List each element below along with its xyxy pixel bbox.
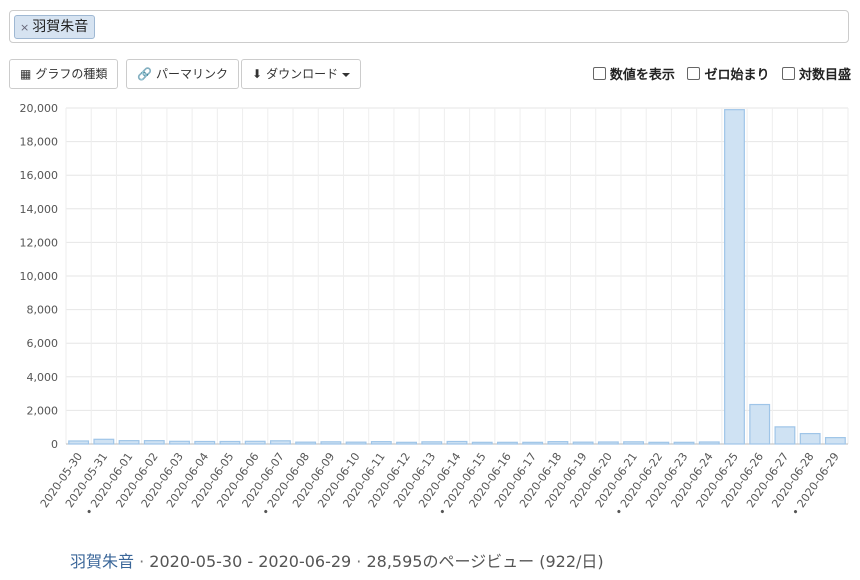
bar	[648, 441, 670, 445]
bar	[93, 438, 115, 445]
remove-tag-icon[interactable]: ×	[20, 21, 29, 34]
bar	[673, 441, 695, 445]
bar	[522, 441, 544, 445]
bar	[370, 441, 392, 445]
bar	[244, 440, 266, 445]
log-scale-label: 対数目盛	[798, 68, 851, 83]
zero-start-label: ゼロ始まり	[704, 68, 770, 83]
link-icon: 🔗	[137, 67, 152, 81]
bar	[597, 441, 619, 445]
bar	[320, 441, 342, 445]
chart-options: 数値を表示 ゼロ始まり 対数目盛	[585, 64, 851, 83]
y-tick-label: 10,000	[20, 270, 59, 283]
bar	[749, 403, 771, 445]
bar	[396, 441, 417, 445]
bar	[68, 440, 90, 445]
show-values-label: 数値を表示	[609, 68, 675, 83]
grid-icon: ▦	[20, 67, 32, 81]
bar	[345, 441, 367, 445]
bar	[774, 426, 796, 445]
bar	[269, 440, 291, 445]
chart-type-label: グラフの種類	[35, 67, 108, 81]
y-tick-label: 0	[51, 438, 58, 451]
bar	[143, 440, 165, 445]
bar	[799, 432, 821, 445]
y-tick-label: 2,000	[27, 404, 59, 417]
article-tag-label: 羽賀朱音	[32, 19, 89, 35]
article-link[interactable]: 羽賀朱音	[70, 552, 134, 571]
pageviews-chart: 0 2,000 4,000 6,000 8,000 10,000 12,000 14,000 1…	[20, 102, 849, 518]
end-date: 2020-06-29	[258, 552, 352, 571]
bar	[572, 441, 594, 445]
bar	[118, 440, 140, 445]
y-tick-label: 4,000	[27, 371, 59, 384]
footer-separator: ·	[351, 552, 367, 571]
article-tag: × 羽賀朱音	[14, 15, 96, 39]
zero-start-option[interactable]: ゼロ始まり	[687, 67, 770, 83]
bar	[623, 441, 645, 445]
bar	[497, 441, 518, 445]
permalink-button[interactable]: 🔗 パーマリンク	[126, 59, 239, 89]
y-tick-label: 16,000	[20, 169, 59, 182]
log-scale-checkbox[interactable]	[781, 67, 795, 80]
start-date: 2020-05-30	[149, 552, 243, 571]
y-tick-label: 12,000	[20, 236, 59, 249]
y-tick-label: 14,000	[20, 203, 59, 216]
bar	[824, 437, 846, 445]
bar	[471, 441, 493, 445]
bar	[169, 440, 190, 445]
zero-start-checkbox[interactable]	[687, 67, 701, 80]
log-scale-option[interactable]: 対数目盛	[781, 67, 851, 83]
bar	[219, 440, 241, 445]
download-label: ダウンロード	[266, 67, 339, 81]
show-values-checkbox[interactable]	[592, 67, 606, 80]
y-tick-label: 8,000	[27, 304, 59, 317]
bar	[724, 109, 745, 445]
bar	[547, 441, 569, 445]
y-tick-label: 6,000	[27, 337, 59, 350]
footer-separator: ·	[134, 552, 150, 571]
footer-summary: 羽賀朱音 · 2020-05-30 - 2020-06-29 · 28,595の…	[70, 548, 604, 572]
permalink-label: パーマリンク	[155, 67, 228, 81]
chevron-down-icon	[342, 72, 351, 77]
bar	[698, 441, 720, 445]
bar	[446, 440, 468, 445]
bar	[194, 440, 216, 445]
search-box[interactable]: × 羽賀朱音	[9, 10, 849, 43]
date-dash: -	[242, 552, 259, 571]
bar	[421, 441, 443, 445]
chart-type-button[interactable]: ▦ グラフの種類	[9, 59, 119, 89]
pageview-summary: 28,595のページビュー (922/日)	[366, 552, 604, 571]
y-tick-label: 18,000	[20, 136, 59, 149]
y-tick-label: 20,000	[20, 102, 59, 115]
bar	[295, 441, 317, 445]
show-values-option[interactable]: 数値を表示	[592, 67, 675, 83]
download-button[interactable]: ⬇ ダウンロード	[241, 59, 362, 89]
download-icon: ⬇	[252, 67, 263, 81]
